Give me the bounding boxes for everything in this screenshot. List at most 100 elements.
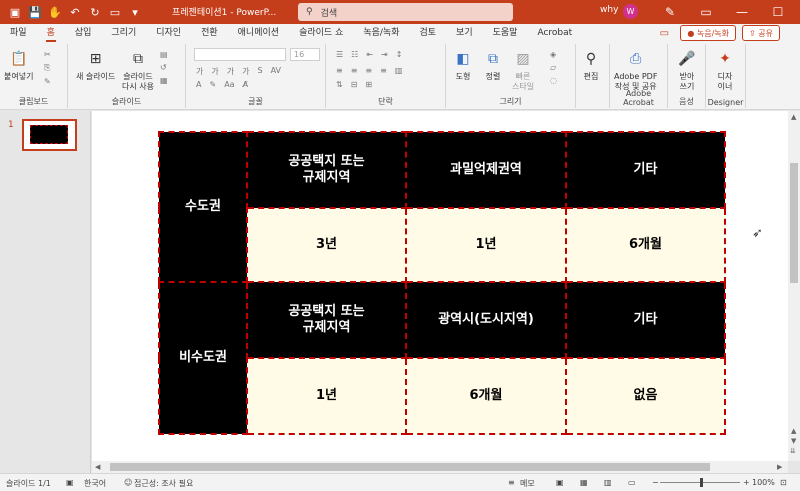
- arrange-button[interactable]: ⧉ 정렬: [482, 48, 504, 82]
- pen-icon[interactable]: ✎: [652, 3, 688, 21]
- bullets-icon[interactable]: ☰: [336, 50, 343, 59]
- copy-icon[interactable]: ⎘: [44, 63, 51, 73]
- font-color-icon[interactable]: A: [196, 80, 201, 89]
- tab-review[interactable]: 검토: [409, 24, 446, 42]
- zoom-in-icon[interactable]: +: [743, 478, 750, 487]
- clear-format-icon[interactable]: A̸: [243, 80, 248, 89]
- reading-view-icon[interactable]: ▥: [604, 478, 612, 487]
- touch-mode-icon[interactable]: ✋: [46, 3, 64, 21]
- align-text-icon[interactable]: ⊟: [351, 80, 358, 89]
- share-button[interactable]: ⇪ 공유: [742, 25, 780, 41]
- record-button[interactable]: ● 녹음/녹화: [680, 25, 737, 41]
- notes-icon[interactable]: ≡: [508, 478, 515, 487]
- tab-draw[interactable]: 그리기: [101, 24, 146, 42]
- align-right-icon[interactable]: ≡: [365, 66, 372, 75]
- editing-button[interactable]: ⚲ 편집: [580, 48, 602, 82]
- indent-decrease-icon[interactable]: ⇤: [366, 50, 373, 59]
- tab-help[interactable]: 도움말: [483, 24, 528, 42]
- smartart-icon[interactable]: ⊞: [365, 80, 372, 89]
- bold-icon[interactable]: 가: [196, 66, 203, 77]
- accessibility-icon[interactable]: ☺: [124, 478, 132, 487]
- tab-insert[interactable]: 삽입: [65, 24, 102, 42]
- spellcheck-icon[interactable]: ▣: [66, 478, 74, 487]
- scroll-up-small-icon[interactable]: ▲: [791, 427, 796, 435]
- comment-icon[interactable]: ▭: [654, 25, 674, 41]
- vertical-scrollbar[interactable]: ▲ ▲ ▼ ⇊: [788, 111, 800, 461]
- columns-icon[interactable]: ▥: [395, 66, 403, 75]
- undo-icon[interactable]: ↶: [66, 3, 84, 21]
- slideshow-view-icon[interactable]: ▭: [628, 478, 636, 487]
- save-icon[interactable]: 💾: [26, 3, 44, 21]
- shape-effects-icon[interactable]: ◌: [550, 76, 557, 85]
- vertical-scroll-thumb[interactable]: [790, 163, 798, 283]
- section-icon[interactable]: ▦: [160, 76, 168, 85]
- horizontal-scroll-thumb[interactable]: [110, 463, 710, 471]
- italic-icon[interactable]: 가: [211, 66, 218, 77]
- scroll-right-icon[interactable]: ▶: [777, 463, 782, 471]
- fit-slide-icon[interactable]: ⊡: [780, 478, 787, 487]
- reuse-slides-button[interactable]: ⧉ 슬라이드 다시 사용: [122, 48, 154, 92]
- tab-slideshow[interactable]: 슬라이드 쇼: [289, 24, 353, 42]
- quick-styles-button[interactable]: ▨ 빠른 스타일: [512, 48, 534, 92]
- tab-acrobat[interactable]: Acrobat: [527, 24, 582, 42]
- maximize-icon[interactable]: ☐: [760, 3, 796, 21]
- accessibility-status[interactable]: 접근성: 조사 필요: [134, 478, 193, 489]
- zoom-out-icon[interactable]: −: [652, 478, 659, 487]
- autosave-icon[interactable]: ▣: [6, 3, 24, 21]
- zoom-slider-knob[interactable]: [700, 478, 703, 487]
- tab-animations[interactable]: 애니메이션: [228, 24, 289, 42]
- numbering-icon[interactable]: ☷: [351, 50, 358, 59]
- slide-thumbnail[interactable]: [22, 119, 77, 151]
- avatar[interactable]: W: [623, 4, 638, 19]
- align-left-icon[interactable]: ≡: [336, 66, 343, 75]
- scroll-left-icon[interactable]: ◀: [95, 463, 100, 471]
- shapes-button[interactable]: ◧ 도형: [452, 48, 474, 82]
- language[interactable]: 한국어: [84, 478, 106, 489]
- format-painter-icon[interactable]: ✎: [44, 77, 51, 86]
- sorter-view-icon[interactable]: ▦: [580, 478, 588, 487]
- slide-table[interactable]: 수도권 공공택지 또는 규제지역 과밀억제권역 기타 3년 1년 6개월 비수도…: [158, 131, 726, 435]
- spacing-icon[interactable]: AV: [271, 66, 281, 77]
- tab-home[interactable]: 홈: [37, 24, 65, 42]
- cut-icon[interactable]: ✂: [44, 50, 51, 59]
- minimize-icon[interactable]: —: [724, 3, 760, 21]
- redo-icon[interactable]: ↻: [86, 3, 104, 21]
- new-slide-button[interactable]: ⊞ 새 슬라이드: [76, 48, 115, 82]
- next-slide-icon[interactable]: ⇊: [790, 447, 796, 455]
- reset-icon[interactable]: ↺: [160, 63, 168, 72]
- horizontal-scrollbar[interactable]: ◀ ▶: [92, 461, 788, 473]
- scroll-up-icon[interactable]: ▲: [791, 113, 796, 121]
- create-pdf-button[interactable]: ⎙ Adobe PDF 작성 및 공유: [614, 48, 657, 92]
- ribbon-display-icon[interactable]: ▭: [688, 3, 724, 21]
- tab-file[interactable]: 파일: [0, 24, 37, 42]
- underline-icon[interactable]: 가: [227, 66, 234, 77]
- indent-increase-icon[interactable]: ⇥: [381, 50, 388, 59]
- present-icon[interactable]: ▭: [106, 3, 124, 21]
- scroll-down-icon[interactable]: ▼: [791, 437, 796, 445]
- customize-icon[interactable]: ▾: [126, 3, 144, 21]
- user-name[interactable]: why: [600, 5, 618, 15]
- tab-record[interactable]: 녹음/녹화: [353, 24, 409, 42]
- font-size-select[interactable]: 16: [290, 48, 320, 61]
- notes-button[interactable]: 메모: [520, 478, 535, 489]
- search-box[interactable]: ⚲ 검색: [298, 3, 513, 21]
- font-name-select[interactable]: [194, 48, 286, 61]
- tab-transitions[interactable]: 전환: [191, 24, 228, 42]
- tab-view[interactable]: 보기: [446, 24, 483, 42]
- shape-fill-icon[interactable]: ◈: [550, 50, 557, 59]
- zoom-level[interactable]: 100%: [752, 478, 775, 487]
- dictate-button[interactable]: 🎤 받아 쓰기: [676, 48, 698, 92]
- paste-button[interactable]: 📋 붙여넣기: [4, 48, 33, 82]
- shadow-icon[interactable]: S: [258, 66, 263, 77]
- designer-button[interactable]: ✦ 디자 이너: [714, 48, 736, 92]
- justify-icon[interactable]: ≡: [380, 66, 387, 75]
- normal-view-icon[interactable]: ▣: [556, 478, 564, 487]
- layout-icon[interactable]: ▤: [160, 50, 168, 59]
- case-icon[interactable]: Aa: [224, 80, 234, 89]
- strike-icon[interactable]: 가: [242, 66, 249, 77]
- tab-design[interactable]: 디자인: [146, 24, 191, 42]
- highlight-icon[interactable]: ✎: [209, 80, 216, 89]
- text-direction-icon[interactable]: ⇅: [336, 80, 343, 89]
- shape-outline-icon[interactable]: ▱: [550, 63, 557, 72]
- line-spacing-icon[interactable]: ↕: [396, 50, 403, 59]
